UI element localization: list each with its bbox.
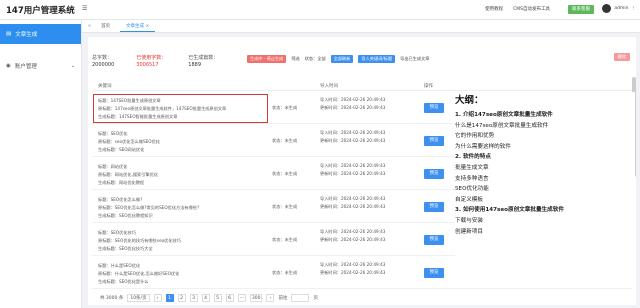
goto-label: 前往	[278, 296, 288, 301]
page-suffix: 页	[313, 296, 318, 301]
filter-label[interactable]: 筛选	[291, 56, 299, 62]
prev-page-button[interactable]: ‹	[153, 294, 162, 302]
col-import-time: 导入时间	[320, 84, 338, 89]
outline-item: 它的作用和优势	[455, 133, 495, 140]
more-icon[interactable]: ⋮	[632, 6, 637, 11]
row-titles: 标题：SEO优化 原标题：seo优化怎么做SEO优化 生成标题：SEO网站优化	[98, 131, 160, 152]
delete-button[interactable]: 删除	[613, 53, 630, 61]
stat-total: 总字数： 2000000	[92, 55, 115, 68]
row-status: 状态：未生成	[272, 204, 298, 209]
tab-article-gen[interactable]: 文章生成 ×	[120, 21, 156, 32]
avatar	[602, 4, 612, 13]
preview-button[interactable]: 预览	[424, 103, 444, 113]
outline-item: 创建新项目	[455, 228, 483, 235]
export-link[interactable]: 导出已生成文章	[400, 56, 429, 62]
outline-item: 支持多种语言	[455, 175, 489, 182]
top-bar: 147用户管理系统 ☰ 使用教程 CMS自动发布工具 联系客服 admin ⋮	[0, 0, 640, 20]
page-button[interactable]: 300	[249, 294, 263, 302]
page-button[interactable]: 4	[201, 294, 210, 302]
page-button[interactable]: 5	[213, 294, 222, 302]
tab-back-icon[interactable]: «	[88, 23, 91, 29]
outline-item: 2. 软件的特点	[455, 154, 491, 161]
outline-item: 3. 如何使用147seo原创文章批量生成软件	[455, 207, 564, 214]
row-times: 导入时间：2024-02-26 20:49:43 更新时间：2024-02-26…	[320, 196, 386, 209]
document-icon: ▤	[6, 31, 12, 37]
page-ellipsis[interactable]: ···	[237, 294, 246, 302]
tutorial-link[interactable]: 使用教程	[485, 6, 503, 12]
import-button[interactable]: 导入关键词/标题	[358, 55, 396, 63]
preview-button[interactable]: 预览	[424, 202, 444, 212]
chevron-down-icon: ⌄	[70, 63, 75, 69]
username: admin	[614, 6, 629, 11]
row-status: 状态：未生成	[272, 270, 298, 275]
col-actions: 操作	[424, 84, 433, 89]
row-times: 导入时间：2024-02-26 20:49:43 更新时间：2024-02-26…	[320, 229, 386, 242]
row-status: 状态：未生成	[272, 171, 298, 176]
row-titles: 标题：SEO优化怎么做? 原标题：SEO优化怎么做?常见的SEO优化方法有哪些?…	[98, 197, 200, 218]
user-icon: ◉	[6, 63, 11, 69]
preview-button[interactable]: 预览	[424, 136, 444, 146]
row-status: 状态：未生成	[272, 105, 298, 110]
row-titles: 标题：什么是SEO优化 原标题：什么是SEO优化,怎么做好SEO优化 生成标题：…	[98, 263, 180, 284]
page-size-select[interactable]: 10条/页	[127, 294, 150, 302]
tab-bar: « 首页 文章生成 ×	[82, 20, 640, 33]
sidebar-item-account[interactable]: ◉ 账户管理 ⌄	[0, 56, 81, 76]
next-page-button[interactable]: ›	[266, 294, 275, 302]
pagination: 共 3000 条 10条/页 ‹ 1 2 3 4 5 6 ··· 300 › 前…	[100, 294, 318, 302]
col-keyword: 关键词	[98, 84, 112, 89]
sidebar: ▤ 文章生成 ◉ 账户管理 ⌄	[0, 20, 82, 308]
stats: 总字数： 2000000 已使用字数： 3006517 已生成篇数： 1889	[92, 54, 218, 68]
stat-generated: 已生成篇数： 1889	[188, 55, 219, 68]
user-menu[interactable]: admin ⋮	[602, 4, 636, 13]
outline-item: 什么是147seo原创文章批量生成软件	[455, 122, 549, 129]
outline-item: 批量生成文章	[455, 164, 489, 171]
table-header: 关键词 导入时间 操作	[92, 81, 632, 91]
row-status: 状态：未生成	[272, 237, 298, 242]
sidebar-item-label: 账户管理	[14, 64, 37, 70]
row-times: 导入时间：2024-02-26 20:49:43 更新时间：2024-02-26…	[320, 97, 386, 110]
cms-tool-link[interactable]: CMS自动发布工具	[513, 6, 550, 12]
outline-item: 1. 介绍147seo原创文章批量生成软件	[455, 112, 553, 118]
preview-button[interactable]: 预览	[424, 235, 444, 245]
outline-item: SEO优化功能	[455, 186, 489, 193]
row-times: 导入时间：2024-02-26 20:49:43 更新时间：2024-02-26…	[320, 163, 386, 176]
contact-button[interactable]: 联系客服	[568, 5, 594, 14]
sidebar-item-label: 文章生成	[15, 32, 38, 38]
status-filter[interactable]: 状态：全部	[305, 56, 326, 62]
stat-used: 已使用字数： 3006517	[136, 55, 167, 68]
page-button[interactable]: 6	[225, 294, 234, 302]
app-title: 147用户管理系统	[6, 6, 75, 16]
row-times: 导入时间：2024-02-26 20:49:43 更新时间：2024-02-26…	[320, 262, 386, 275]
outline-heading: 大纲：	[455, 95, 484, 106]
outline-item: 自定义模板	[455, 196, 483, 203]
preview-button[interactable]: 预览	[424, 268, 444, 278]
outline-item: 下载与安装	[455, 217, 483, 224]
tab-home[interactable]: 首页	[95, 21, 116, 31]
page-button[interactable]: 3	[189, 294, 198, 302]
total-count: 共 3000 条	[100, 296, 124, 301]
generate-button[interactable]: 生成中 · 停止生成	[247, 55, 287, 63]
sidebar-item-article-gen[interactable]: ▤ 文章生成	[0, 24, 81, 44]
top-links: 使用教程 CMS自动发布工具	[485, 6, 550, 12]
highlight-box	[93, 94, 268, 123]
menu-toggle-icon[interactable]: ☰	[82, 5, 87, 12]
page-button[interactable]: 2	[177, 294, 186, 302]
preview-button[interactable]: 预览	[424, 169, 444, 179]
outline-item: 为什么需要这样的软件	[455, 143, 511, 150]
row-status: 状态：未生成	[272, 138, 298, 143]
action-bar: 生成中 · 停止生成 筛选 状态：全部 全部刷新 导入关键词/标题 导出已生成文…	[247, 55, 429, 63]
row-titles: 标题：SEO优化技巧 原标题：SEO优化的技巧有哪些seo优化技巧 生成标题：S…	[98, 230, 181, 251]
refresh-button[interactable]: 全部刷新	[330, 55, 354, 63]
row-titles: 标题：网站优化 原标题：网站优化,搜索引擎优化 生成标题：网站优化教程	[98, 164, 158, 185]
outline-panel: 大纲： 1. 介绍147seo原创文章批量生成软件 什么是147seo原创文章批…	[455, 92, 635, 262]
row-times: 导入时间：2024-02-26 20:49:43 更新时间：2024-02-26…	[320, 130, 386, 143]
goto-page-input[interactable]	[291, 294, 310, 302]
page-button[interactable]: 1	[165, 294, 174, 302]
